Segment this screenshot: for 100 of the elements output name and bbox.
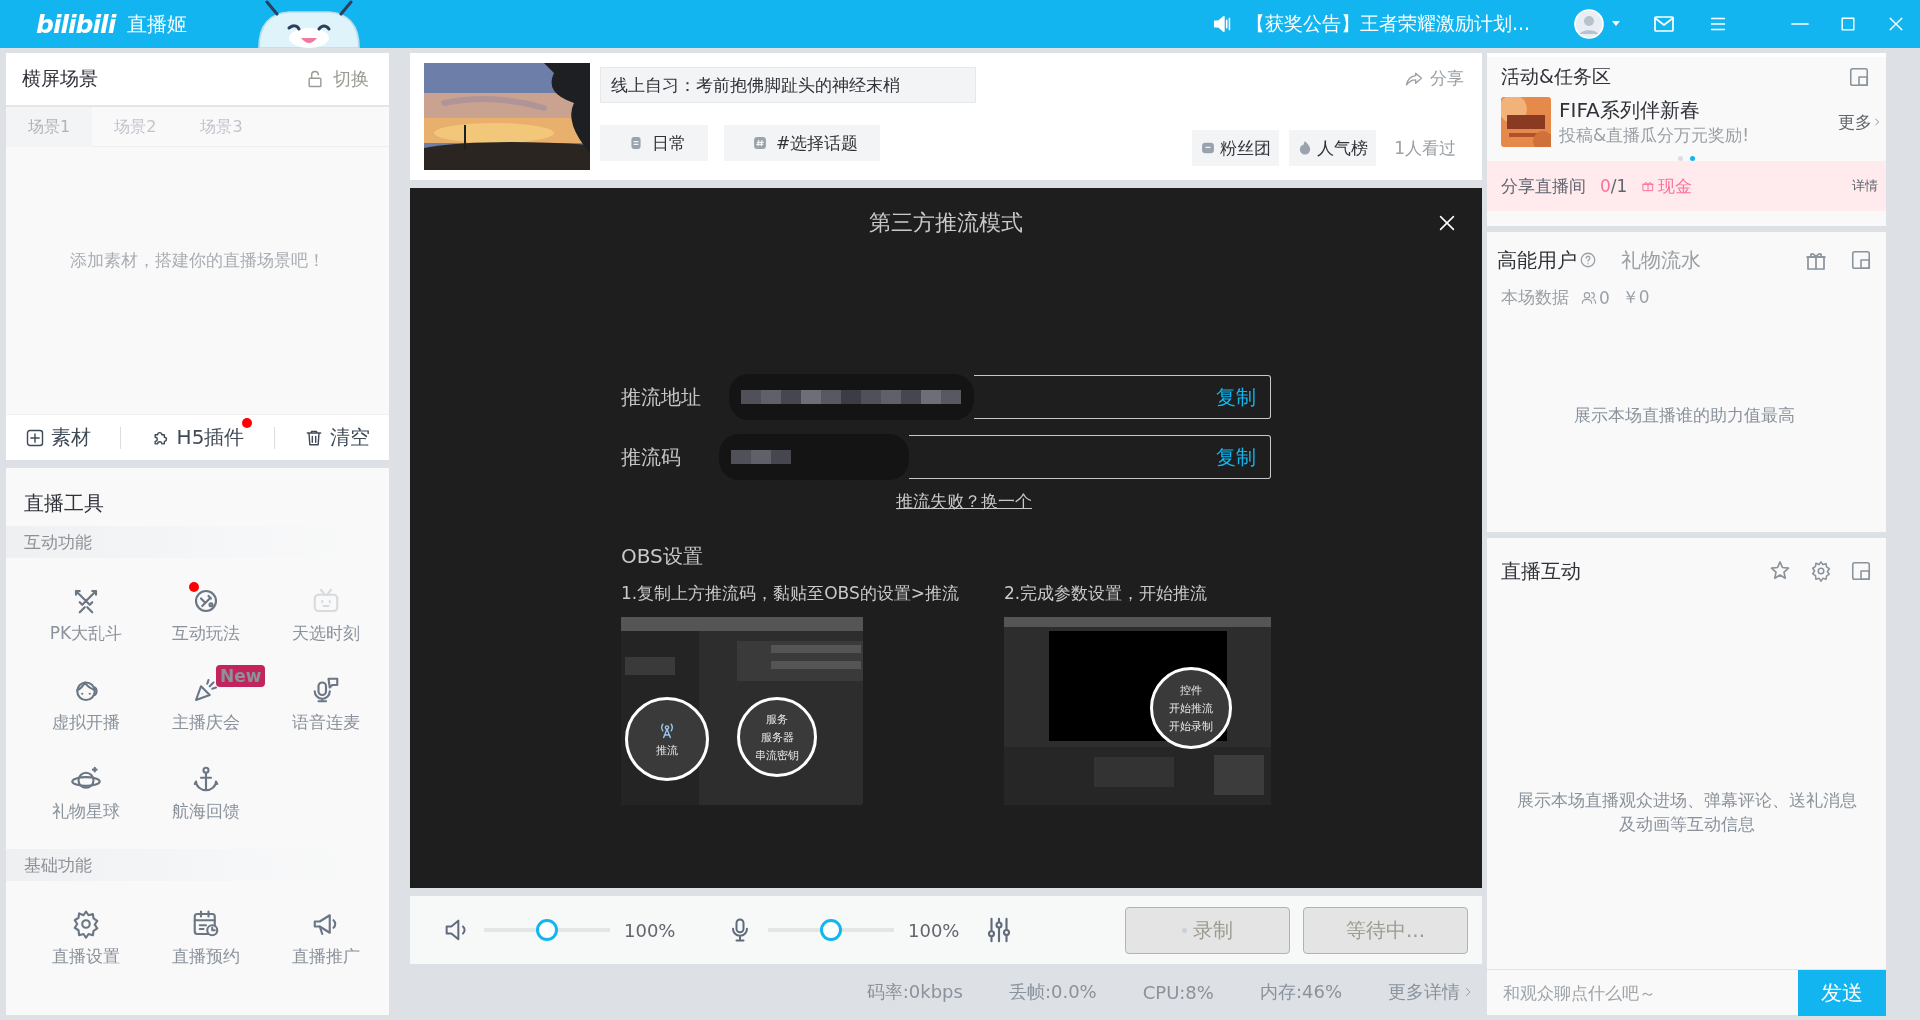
anchor-icon [191, 764, 221, 794]
toolbar-button[interactable]: 素材 [16, 420, 99, 455]
more-link[interactable]: 更多 [1838, 110, 1882, 134]
viewer-count: 0 [1581, 287, 1610, 308]
slider-thumb[interactable] [536, 919, 558, 941]
empty-hint: 及动画等互动信息 [1618, 812, 1755, 836]
users-icon [1581, 289, 1597, 306]
badge-icon [1200, 140, 1217, 156]
status-text: CPU:8% [1142, 981, 1214, 1003]
panel-tab[interactable]: 高能用户 [1497, 246, 1577, 274]
viewer-count: 1人看过 [1393, 136, 1457, 160]
new-badge: New [216, 665, 266, 687]
empty-hint: 添加素材，搭建你的直播场景吧！ [70, 249, 325, 272]
step-text: 1.复制上方推流码，黏贴至OBS的设置>推流 [621, 582, 960, 605]
more-details-link[interactable]: 更多详情 [1388, 980, 1474, 1004]
title-field[interactable]: 线上自习：考前抱佛脚趾头的神经末梢 [600, 67, 976, 103]
input-field[interactable]: 复制 [974, 375, 1271, 419]
scene-tab[interactable]: 场景2 [92, 107, 179, 147]
scene-tab[interactable]: 场景3 [178, 107, 265, 147]
hashtag-icon [752, 135, 768, 151]
settings-button[interactable] [1810, 560, 1832, 582]
copy-button[interactable]: 复制 [1216, 443, 1256, 471]
promo-subtitle: 投稿&直播瓜分万元奖励! [1559, 124, 1750, 147]
empty-hint: 展示本场直播观众进场、弹幕评论、送礼消息 [1516, 788, 1857, 812]
retry-link[interactable]: 推流失败？换一个 [896, 490, 1032, 513]
field-label: 推流地址 [621, 383, 702, 411]
promo-title: FIFA系列伴新春 [1559, 97, 1701, 124]
volume-reading: 100% [908, 919, 961, 941]
tag-icon [628, 135, 644, 151]
toolbar-button[interactable]: 清空 [296, 420, 379, 455]
share-button[interactable]: 分享 [1404, 67, 1464, 90]
popout-icon [1850, 560, 1872, 582]
tool-button[interactable]: 直播预约 [146, 899, 266, 968]
field-label: 推流码 [621, 443, 682, 471]
step-text: 2.完成参数设置，开始推流 [1004, 582, 1209, 605]
callout-text: 服务 [766, 711, 788, 727]
section-title: 直播工具 [24, 490, 105, 517]
popout-button[interactable] [1848, 66, 1870, 88]
details-link[interactable]: 详情 [1852, 177, 1878, 195]
tool-button[interactable]: 礼物星球 [26, 754, 146, 823]
stat-button[interactable]: 粉丝团 [1192, 130, 1280, 166]
input-field[interactable]: 复制 [909, 435, 1271, 479]
copy-button[interactable]: 复制 [1216, 383, 1256, 411]
panel-title: 直播互动 [1501, 557, 1581, 585]
tool-button[interactable]: 航海回馈 [146, 754, 266, 823]
status-text: 码率:0kbps [866, 980, 963, 1004]
panel-title: 活动&任务区 [1501, 64, 1611, 89]
popout-button[interactable] [1850, 560, 1872, 582]
dialog-title: 第三方推流模式 [869, 209, 1023, 237]
callout-text: 开始录制 [1169, 718, 1213, 734]
tool-button[interactable]: 直播设置 [26, 899, 146, 968]
tool-button[interactable]: 直播推广 [266, 899, 386, 968]
panel-tab[interactable]: 礼物流水 [1621, 246, 1701, 274]
settings-icon [1810, 560, 1832, 582]
lock-icon [305, 69, 325, 89]
status-text: 内存:46% [1259, 980, 1342, 1004]
switch-button[interactable]: 切换 [305, 67, 369, 91]
app-logo: bilibili [36, 9, 116, 39]
topic-button[interactable]: #选择话题 [724, 125, 881, 161]
status-text: 丢帧:0.0% [1008, 980, 1097, 1004]
callout-text: 开始推流 [1169, 700, 1213, 716]
stats-label: 本场数据 [1501, 286, 1569, 309]
tool-button[interactable]: 互动玩法 [146, 576, 266, 645]
popout-icon [1850, 249, 1872, 271]
carousel-dot[interactable] [1690, 155, 1695, 161]
tool-button[interactable]: 语音连麦 [266, 665, 386, 734]
announcement-link[interactable]: 【获奖公告】王者荣耀激励计划... [1245, 11, 1530, 37]
stat-button[interactable]: 人气榜 [1289, 130, 1377, 166]
maximize-icon [1838, 14, 1858, 34]
category-button[interactable]: 日常 [600, 125, 708, 161]
help-icon [1579, 251, 1597, 269]
minimize-icon [1791, 23, 1809, 25]
tool-button[interactable]: 虚拟开播 [26, 665, 146, 734]
carousel-dot[interactable] [1678, 155, 1683, 161]
task-label: 分享直播间 [1501, 174, 1586, 198]
toolbar-button[interactable]: H5插件 [142, 420, 253, 455]
calendar-icon [191, 909, 221, 939]
send-button[interactable]: 发送 [1798, 969, 1886, 1016]
callout-text: 控件 [1180, 682, 1202, 698]
tool-button[interactable]: New 主播庆会 [146, 665, 266, 734]
record-dot [1182, 927, 1187, 933]
chat-input[interactable]: 和观众聊点什么吧～ [1487, 970, 1798, 1015]
callout-text: 推流 [656, 743, 678, 758]
settings-icon [71, 909, 101, 939]
microphone-icon [311, 675, 341, 705]
avatar-icon [1574, 9, 1604, 39]
scene-tab[interactable]: 场景1 [6, 107, 93, 147]
slider-thumb[interactable] [820, 919, 842, 941]
plus-icon [24, 427, 45, 448]
volume-reading: 100% [624, 919, 677, 941]
panel-title: 横屏场景 [22, 66, 98, 91]
callout-text: 串流密钥 [755, 747, 799, 763]
section-title: OBS设置 [621, 543, 704, 570]
tool-button[interactable]: PK大乱斗 [26, 576, 146, 645]
app-name: 直播姬 [127, 10, 188, 38]
reward-label: 现金 [1641, 174, 1693, 198]
popout-button[interactable] [1850, 249, 1872, 271]
empty-hint: 展示本场直播谁的助力值最高 [1574, 404, 1795, 427]
income-amount: ￥0 [1621, 286, 1650, 309]
callout-text: 服务器 [760, 729, 794, 745]
